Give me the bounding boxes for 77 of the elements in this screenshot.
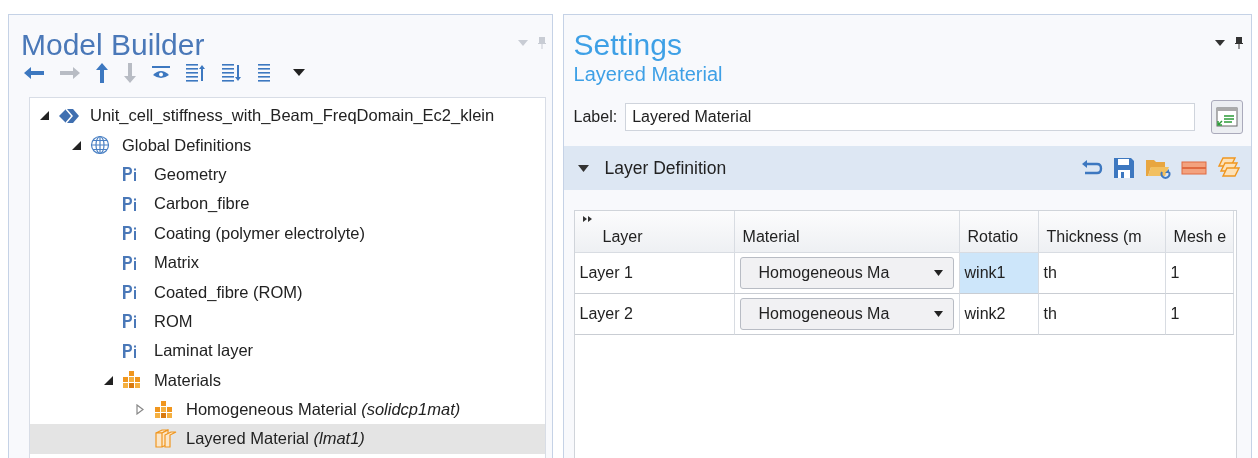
tree-item-label: Carbon_fibre: [154, 194, 250, 214]
model-icon: [58, 107, 80, 124]
column-title: Thickness (m: [1046, 228, 1142, 246]
field-label: Label:: [573, 108, 618, 126]
up-arrow-icon[interactable]: [95, 63, 109, 83]
materials-icon: [122, 370, 142, 391]
node-title: Layered Material: [573, 63, 723, 86]
pin-icon[interactable]: [1235, 37, 1243, 49]
material-dropdown[interactable]: Homogeneous Ma: [739, 257, 954, 289]
column-title: Rotatio: [967, 228, 1019, 246]
caret-icon: [933, 311, 943, 317]
column-header[interactable]: Mesh e: [1165, 211, 1234, 253]
column-title: Layer: [602, 228, 643, 246]
tree-item[interactable]: Unit_cell_stiffness_with_Beam_FreqDomain_Ec2_klein: [30, 101, 545, 131]
tree-item-label: Laminat layer: [154, 341, 254, 361]
column-title: Material: [742, 228, 800, 246]
table-cell[interactable]: th: [1038, 253, 1166, 294]
tree-item[interactable]: Laminat layer: [30, 336, 545, 366]
materials-icon: [154, 399, 174, 420]
section-title: Layer Definition: [604, 157, 728, 179]
panel-title: Model Builder: [21, 29, 205, 61]
layered-material-icon: [154, 429, 178, 449]
material-dropdown[interactable]: Homogeneous Ma: [739, 298, 954, 330]
tree-item[interactable]: ROM: [30, 306, 545, 337]
tree-item-label: Coated_fibre (ROM): [154, 282, 303, 302]
undo-icon[interactable]: [1081, 159, 1103, 177]
tree-item-label: Materials: [154, 370, 221, 390]
globe-icon: [90, 135, 110, 156]
save-icon[interactable]: [1113, 157, 1135, 179]
tree-item-label: Matrix: [154, 253, 199, 273]
table-cell[interactable]: 1: [1165, 294, 1234, 335]
table-cell[interactable]: th: [1038, 294, 1166, 335]
table-cell[interactable]: Layer 2: [574, 294, 735, 335]
tree-item-label: Layered Material (lmat1): [186, 429, 365, 449]
column-header[interactable]: Material: [734, 211, 960, 253]
tree-item-label: Unit_cell_stiffness_with_Beam_FreqDomain_Ec2_klein: [90, 106, 495, 126]
tree-item-label: ROM: [154, 311, 193, 331]
table-cell[interactable]: wink2: [959, 294, 1039, 335]
table-cell[interactable]: wink1: [959, 253, 1039, 294]
eye-icon[interactable]: [151, 65, 171, 81]
tree-item-label: Coating (polymer electrolyte): [154, 223, 365, 243]
tree-item-label: Global Definitions: [122, 135, 252, 155]
column-header[interactable]: Rotatio: [959, 211, 1039, 253]
fast-forward-icon[interactable]: [582, 216, 592, 222]
caret-icon[interactable]: [1215, 40, 1225, 46]
note-icon: [1216, 107, 1238, 127]
back-arrow-icon[interactable]: [23, 65, 45, 81]
caret-icon[interactable]: [293, 69, 305, 77]
tree-item[interactable]: Materials: [30, 365, 545, 395]
folder-icon[interactable]: [1145, 157, 1171, 179]
column-header[interactable]: Thickness (m: [1038, 211, 1166, 253]
column-header[interactable]: Layer: [574, 211, 735, 253]
list-down-icon[interactable]: [221, 64, 243, 82]
table-cell[interactable]: Layer 1: [574, 253, 735, 294]
table-cell[interactable]: 1: [1165, 253, 1234, 294]
tree-item[interactable]: Coating (polymer electrolyte): [30, 218, 545, 248]
caret-icon: [933, 270, 943, 276]
section-header[interactable]: Layer Definition: [563, 146, 1251, 190]
tree-item[interactable]: Global Definitions: [30, 130, 545, 160]
label-button[interactable]: [1211, 100, 1243, 134]
tree-item[interactable]: Matrix: [30, 247, 545, 278]
tree-item[interactable]: Geometry: [30, 159, 545, 190]
expanded-icon[interactable]: [40, 111, 49, 121]
list-up-icon[interactable]: [185, 64, 207, 82]
tree-item[interactable]: Homogeneous Material (solidcp1mat): [30, 394, 545, 425]
tree-item[interactable]: Carbon_fibre: [30, 189, 545, 219]
tree-item-label: Homogeneous Material (solidcp1mat): [186, 400, 461, 420]
tree-item-label: Geometry: [154, 164, 227, 184]
expanded-icon[interactable]: [104, 375, 113, 385]
collapsed-icon[interactable]: [136, 404, 144, 416]
tree-item[interactable]: Coated_fibre (ROM): [30, 277, 545, 307]
panel-title: Settings: [573, 29, 682, 61]
expanded-icon[interactable]: [72, 140, 81, 150]
label-field[interactable]: Layered Material: [625, 103, 1195, 131]
expanded-icon[interactable]: [577, 164, 589, 172]
tree-item[interactable]: Layered Material (lmat1): [30, 424, 545, 454]
column-title: Mesh e: [1173, 228, 1227, 246]
